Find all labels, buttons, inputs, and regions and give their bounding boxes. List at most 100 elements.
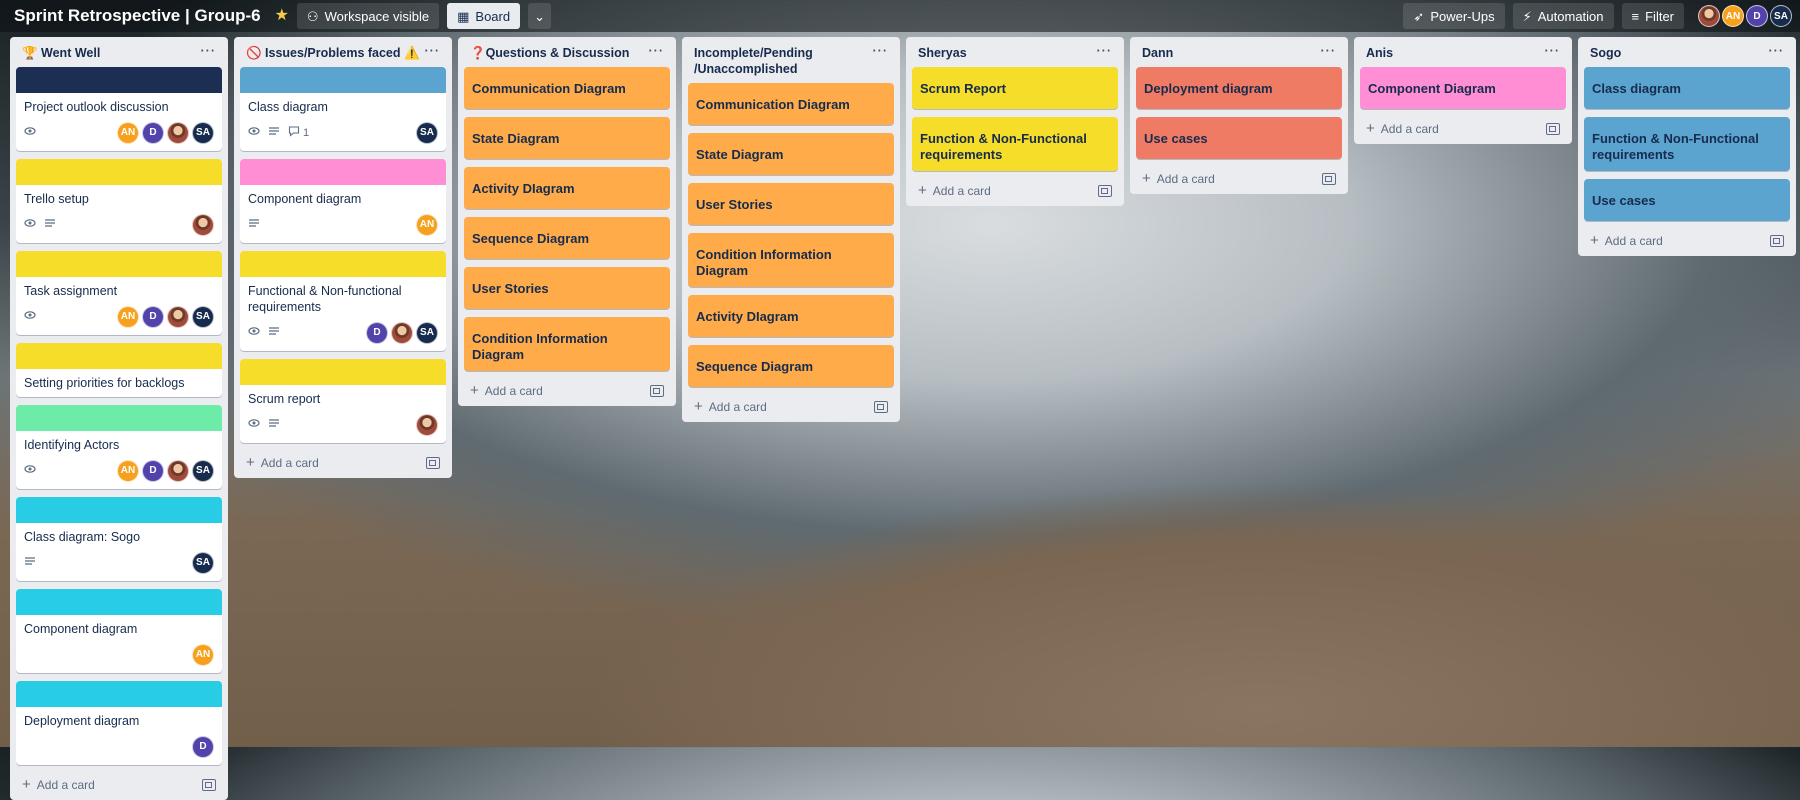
avatar[interactable] (167, 460, 189, 482)
card[interactable]: Activity DIagram (688, 295, 894, 337)
avatar[interactable]: D (366, 322, 388, 344)
list-header[interactable]: Sogo ··· (1584, 37, 1790, 67)
card[interactable]: Deployment diagram D (16, 681, 222, 765)
powerups-button[interactable]: ➶ Power-Ups (1403, 3, 1505, 29)
card[interactable]: Use cases (1136, 117, 1342, 159)
more-icon[interactable]: ··· (873, 43, 889, 59)
list-title[interactable]: 🚫 Issues/Problems faced ⚠️ (246, 45, 420, 61)
avatar[interactable]: AN (117, 306, 139, 328)
avatar[interactable]: AN (117, 460, 139, 482)
card[interactable]: Deployment diagram (1136, 67, 1342, 109)
card[interactable]: Trello setup (16, 159, 222, 243)
list-title[interactable]: Dann (1142, 45, 1173, 61)
more-icon[interactable]: ··· (1321, 43, 1337, 59)
avatar[interactable]: SA (416, 322, 438, 344)
avatar[interactable]: AN (117, 122, 139, 144)
list-header[interactable]: Dann ··· (1136, 37, 1342, 67)
template-icon[interactable] (1770, 234, 1784, 247)
add-card-button[interactable]: + Add a card (470, 383, 543, 398)
template-icon[interactable] (874, 400, 888, 413)
template-icon[interactable] (1098, 184, 1112, 197)
list-header[interactable]: Incomplete/Pending /Unaccomplished ··· (688, 37, 894, 83)
avatar[interactable]: D (142, 460, 164, 482)
list-title[interactable]: 🏆 Went Well (22, 45, 100, 61)
card[interactable]: Condition Information Diagram (464, 317, 670, 371)
card[interactable]: Function & Non-Functional requirements (1584, 117, 1790, 171)
avatar[interactable] (416, 414, 438, 436)
more-icon[interactable]: ··· (1769, 43, 1785, 59)
card[interactable]: State Diagram (688, 133, 894, 175)
card[interactable]: Class diagram 1 SA (240, 67, 446, 151)
list-title[interactable]: Sogo (1590, 45, 1621, 61)
template-icon[interactable] (650, 384, 664, 397)
template-icon[interactable] (1322, 172, 1336, 185)
card[interactable]: Identifying Actors AN D SA (16, 405, 222, 489)
template-icon[interactable] (1546, 122, 1560, 135)
add-card-button[interactable]: + Add a card (1366, 121, 1439, 136)
avatar[interactable]: SA (192, 460, 214, 482)
list-title[interactable]: ❓Questions & Discussion (470, 45, 629, 61)
card[interactable]: Component Diagram (1360, 67, 1566, 109)
card[interactable]: Activity DIagram (464, 167, 670, 209)
card[interactable]: Condition Information Diagram (688, 233, 894, 287)
list-header[interactable]: 🏆 Went Well ··· (16, 37, 222, 67)
add-card-button[interactable]: + Add a card (1142, 171, 1215, 186)
more-icon[interactable]: ··· (425, 43, 441, 59)
board-title[interactable]: Sprint Retrospective | Group-6 (14, 6, 261, 26)
view-switcher-button[interactable]: ⌄ (528, 3, 552, 29)
template-icon[interactable] (202, 778, 216, 791)
avatar[interactable]: SA (192, 122, 214, 144)
template-icon[interactable] (426, 456, 440, 469)
filter-button[interactable]: ≡ Filter (1621, 3, 1684, 29)
list-header[interactable]: 🚫 Issues/Problems faced ⚠️ ··· (240, 37, 446, 67)
avatar[interactable]: D (1746, 5, 1768, 27)
card[interactable]: Project outlook discussion AN D SA (16, 67, 222, 151)
list-title[interactable]: Incomplete/Pending /Unaccomplished (694, 45, 873, 77)
add-card-button[interactable]: + Add a card (22, 777, 95, 792)
card[interactable]: Use cases (1584, 179, 1790, 221)
list-title[interactable]: Sheryas (918, 45, 967, 61)
more-icon[interactable]: ··· (649, 43, 665, 59)
card[interactable]: Function & Non-Functional requirements (912, 117, 1118, 171)
card[interactable]: Scrum Report (912, 67, 1118, 109)
card[interactable]: Functional & Non-functional requirements… (240, 251, 446, 351)
visibility-button[interactable]: ⚇ Workspace visible (296, 3, 440, 29)
board-view-button[interactable]: ▦ Board (447, 3, 521, 29)
avatar[interactable] (167, 306, 189, 328)
card[interactable]: Communication Diagram (464, 67, 670, 109)
card[interactable]: Setting priorities for backlogs (16, 343, 222, 397)
avatar[interactable]: SA (1770, 5, 1792, 27)
card[interactable]: User Stories (464, 267, 670, 309)
avatar[interactable]: D (192, 736, 214, 758)
list-header[interactable]: ❓Questions & Discussion ··· (464, 37, 670, 67)
card[interactable]: Sequence Diagram (688, 345, 894, 387)
avatar[interactable]: AN (416, 214, 438, 236)
avatar[interactable] (391, 322, 413, 344)
card[interactable]: Sequence Diagram (464, 217, 670, 259)
add-card-button[interactable]: + Add a card (918, 183, 991, 198)
star-icon[interactable]: ★ (275, 8, 289, 24)
card[interactable]: Class diagram (1584, 67, 1790, 109)
list-title[interactable]: Anis (1366, 45, 1393, 61)
card[interactable]: Communication Diagram (688, 83, 894, 125)
card[interactable]: State Diagram (464, 117, 670, 159)
list-header[interactable]: Anis ··· (1360, 37, 1566, 67)
add-card-button[interactable]: + Add a card (694, 399, 767, 414)
more-icon[interactable]: ··· (201, 43, 217, 59)
automation-button[interactable]: ⚡ Automation (1512, 3, 1614, 29)
card[interactable]: Class diagram: Sogo SA (16, 497, 222, 581)
avatar[interactable] (167, 122, 189, 144)
avatar[interactable]: SA (192, 306, 214, 328)
avatar[interactable] (1698, 5, 1720, 27)
add-card-button[interactable]: + Add a card (1590, 233, 1663, 248)
avatar[interactable]: AN (1722, 5, 1744, 27)
add-card-button[interactable]: + Add a card (246, 455, 319, 470)
avatar[interactable] (192, 214, 214, 236)
avatar[interactable]: D (142, 122, 164, 144)
avatar[interactable]: SA (192, 552, 214, 574)
avatar[interactable]: D (142, 306, 164, 328)
avatar[interactable]: SA (416, 122, 438, 144)
list-header[interactable]: Sheryas ··· (912, 37, 1118, 67)
card[interactable]: User Stories (688, 183, 894, 225)
card[interactable]: Task assignment AN D SA (16, 251, 222, 335)
